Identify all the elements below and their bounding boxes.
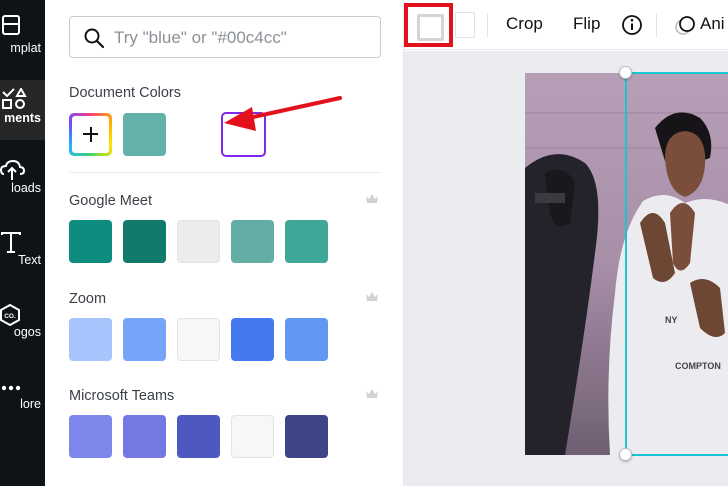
rail-label-elements: ments bbox=[4, 111, 41, 125]
rail-label-text: Text bbox=[18, 253, 41, 267]
logos-badge-text: CO. bbox=[4, 313, 16, 320]
color-search-input[interactable]: Try "blue" or "#00c4cc" bbox=[69, 16, 381, 58]
palette-swatch[interactable] bbox=[177, 220, 220, 263]
rail-item-elements[interactable]: ments bbox=[0, 80, 45, 140]
rail-label-logos: ogos bbox=[13, 325, 41, 339]
crown-icon bbox=[366, 194, 378, 203]
palette-title-google-meet: Google Meet bbox=[69, 193, 153, 209]
rail-label-more: lore bbox=[20, 397, 41, 411]
design-canvas: NY COMPTON bbox=[404, 51, 728, 486]
palette-swatch[interactable] bbox=[69, 220, 112, 263]
add-color-inner bbox=[72, 116, 109, 153]
elements-icon bbox=[2, 88, 27, 109]
palette-swatch[interactable] bbox=[123, 318, 166, 361]
color-panel: Try "blue" or "#00c4cc" Document Colors … bbox=[45, 0, 404, 486]
cloud-upload-icon bbox=[0, 160, 26, 180]
animate-button[interactable]: Ani bbox=[700, 14, 725, 34]
resize-handle[interactable] bbox=[619, 448, 632, 461]
palette-swatch[interactable] bbox=[69, 415, 112, 458]
text-icon bbox=[1, 232, 21, 253]
divider bbox=[69, 172, 381, 173]
palette-swatch[interactable] bbox=[177, 415, 220, 458]
rail-item-logos[interactable]: CO. ogos bbox=[0, 294, 45, 354]
editor-toolbar: Crop Flip Ani bbox=[404, 0, 728, 50]
text-color-button[interactable] bbox=[417, 14, 444, 41]
add-color-button[interactable] bbox=[69, 113, 112, 156]
rail-label-uploads: loads bbox=[11, 181, 41, 195]
side-rail: mplat ments loads Text CO. ogos lore bbox=[0, 0, 45, 486]
templates-icon bbox=[2, 15, 20, 35]
crop-button[interactable]: Crop bbox=[506, 14, 543, 34]
flip-button[interactable]: Flip bbox=[573, 14, 600, 34]
crown-icon bbox=[366, 292, 378, 301]
palette-swatch[interactable] bbox=[231, 318, 274, 361]
palette-swatch[interactable] bbox=[123, 415, 166, 458]
palette-swatch[interactable] bbox=[123, 220, 166, 263]
plus-icon-vertical bbox=[89, 127, 92, 142]
info-icon[interactable] bbox=[621, 14, 643, 36]
rail-label-templates: mplat bbox=[10, 41, 41, 55]
search-icon bbox=[84, 28, 105, 49]
toolbar-separator bbox=[656, 13, 657, 37]
rail-item-text[interactable]: Text bbox=[0, 222, 45, 282]
rail-item-more[interactable]: lore bbox=[0, 366, 45, 426]
toolbar-separator bbox=[487, 13, 488, 37]
rail-item-uploads[interactable]: loads bbox=[0, 150, 45, 210]
document-color-swatch-white[interactable] bbox=[221, 112, 266, 157]
selection-frame bbox=[625, 72, 728, 456]
palette-swatch[interactable] bbox=[177, 318, 220, 361]
search-placeholder: Try "blue" or "#00c4cc" bbox=[114, 28, 287, 47]
color-option-button[interactable] bbox=[455, 12, 475, 38]
palette-title-microsoft-teams: Microsoft Teams bbox=[69, 388, 175, 404]
document-colors-title: Document Colors bbox=[69, 85, 182, 101]
document-color-swatch[interactable] bbox=[123, 113, 166, 156]
palette-title-zoom: Zoom bbox=[69, 291, 107, 307]
resize-handle[interactable] bbox=[619, 66, 632, 79]
crown-icon bbox=[366, 389, 378, 398]
palette-swatch[interactable] bbox=[285, 415, 328, 458]
logos-icon: CO. bbox=[0, 304, 20, 326]
palette-swatch[interactable] bbox=[69, 318, 112, 361]
animate-icon bbox=[675, 16, 695, 35]
rail-item-templates[interactable]: mplat bbox=[0, 10, 45, 70]
palette-swatch[interactable] bbox=[285, 220, 328, 263]
palette-swatch[interactable] bbox=[231, 220, 274, 263]
palette-swatch[interactable] bbox=[231, 415, 274, 458]
palette-swatch[interactable] bbox=[285, 318, 328, 361]
toolbar-highlight-box bbox=[404, 3, 453, 47]
